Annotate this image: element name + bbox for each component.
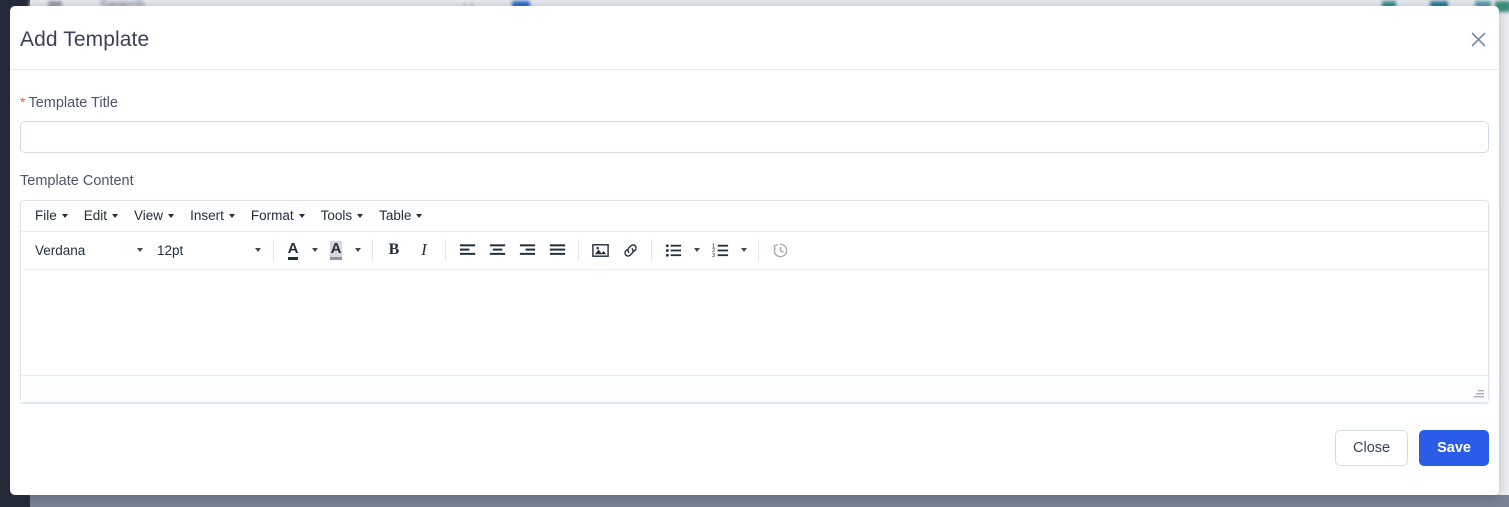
editor-toolbar: Verdana 12pt A A B I 1 2 3 — [21, 232, 1488, 270]
chevron-down-icon — [137, 248, 143, 253]
template-title-label: * Template Title — [20, 94, 1489, 112]
editor-content-area[interactable] — [21, 269, 1488, 375]
font-size-value: 12pt — [157, 242, 184, 258]
background-color-dropdown-icon[interactable] — [349, 237, 366, 263]
menu-insert-label: Insert — [190, 208, 224, 224]
insert-image-icon[interactable] — [585, 237, 615, 263]
rich-text-editor: File Edit View Insert Format Tools Table… — [20, 199, 1489, 403]
bullet-list-dropdown-icon[interactable] — [688, 237, 705, 263]
template-content-label: Template Content — [20, 173, 134, 190]
toolbar-divider — [651, 239, 652, 262]
bullet-list-icon[interactable] — [658, 237, 688, 263]
font-family-value: Verdana — [35, 242, 86, 258]
toolbar-divider — [445, 239, 446, 262]
menu-view-label: View — [134, 208, 164, 224]
menu-format[interactable]: Format — [243, 206, 313, 226]
toolbar-divider — [578, 239, 579, 262]
background-color-icon[interactable]: A — [323, 237, 349, 263]
chevron-down-icon — [168, 213, 175, 218]
text-color-dropdown-icon[interactable] — [306, 237, 323, 263]
text-color-control: A — [280, 237, 323, 263]
chevron-down-icon — [693, 248, 700, 253]
chevron-down-icon — [112, 213, 119, 218]
required-asterisk: * — [20, 94, 26, 110]
menu-file-label: File — [35, 208, 57, 224]
chevron-down-icon — [61, 213, 68, 218]
close-button[interactable]: Close — [1335, 430, 1409, 467]
menu-edit[interactable]: Edit — [76, 206, 126, 226]
dialog-footer: Close Save — [20, 402, 1489, 489]
insert-link-icon[interactable] — [615, 237, 645, 263]
chevron-down-icon — [354, 248, 361, 253]
font-size-select[interactable]: 12pt — [149, 237, 267, 263]
menu-tools[interactable]: Tools — [313, 206, 372, 226]
restore-draft-icon — [765, 237, 795, 263]
bullet-list-control — [658, 237, 705, 263]
chevron-down-icon — [298, 213, 305, 218]
app-statusbar — [30, 495, 1509, 507]
background-color-label: A — [329, 240, 343, 260]
align-justify-icon[interactable] — [542, 237, 572, 263]
chevron-down-icon — [357, 213, 364, 218]
align-center-icon[interactable] — [482, 237, 512, 263]
menu-format-label: Format — [250, 208, 294, 224]
menu-table[interactable]: Table — [371, 206, 430, 226]
menu-file[interactable]: File — [27, 206, 76, 226]
chevron-down-icon — [228, 213, 235, 218]
template-title-input[interactable] — [20, 121, 1489, 154]
text-color-label: A — [287, 241, 299, 260]
align-left-icon[interactable] — [452, 237, 482, 263]
template-title-label-text: Template Title — [28, 95, 118, 111]
close-icon[interactable] — [1465, 26, 1491, 52]
menu-table-label: Table — [379, 208, 412, 224]
svg-text:3: 3 — [711, 253, 714, 259]
add-template-dialog: Add Template * Template Title Template Co… — [10, 6, 1499, 495]
numbered-list-control: 1 2 3 — [705, 237, 752, 263]
editor-statusbar — [21, 374, 1488, 402]
background-color-control: A — [323, 237, 366, 263]
editor-menubar: File Edit View Insert Format Tools Table — [21, 201, 1488, 232]
toolbar-divider — [372, 239, 373, 262]
menu-view[interactable]: View — [126, 206, 182, 226]
chevron-down-icon — [255, 248, 261, 253]
numbered-list-dropdown-icon[interactable] — [735, 237, 752, 263]
save-button[interactable]: Save — [1419, 430, 1489, 467]
italic-label: I — [421, 240, 427, 260]
align-right-icon[interactable] — [512, 237, 542, 263]
font-family-select[interactable]: Verdana — [27, 237, 149, 263]
toolbar-divider — [273, 239, 274, 262]
menu-tools-label: Tools — [320, 208, 353, 224]
editor-resize-handle[interactable] — [1473, 387, 1485, 399]
bold-icon[interactable]: B — [379, 237, 409, 263]
dialog-header: Add Template — [10, 6, 1499, 70]
dialog-body: * Template Title Template Content File Ed… — [10, 70, 1499, 403]
menu-insert[interactable]: Insert — [182, 206, 243, 226]
italic-icon[interactable]: I — [409, 237, 439, 263]
chevron-down-icon — [416, 213, 423, 218]
bold-label: B — [388, 241, 400, 259]
chevron-down-icon — [740, 248, 747, 253]
numbered-list-icon[interactable]: 1 2 3 — [705, 237, 735, 263]
menu-edit-label: Edit — [83, 208, 108, 224]
chevron-down-icon — [311, 248, 318, 253]
text-color-icon[interactable]: A — [280, 237, 306, 263]
toolbar-divider — [758, 239, 759, 262]
page-title: Add Template — [20, 28, 150, 51]
